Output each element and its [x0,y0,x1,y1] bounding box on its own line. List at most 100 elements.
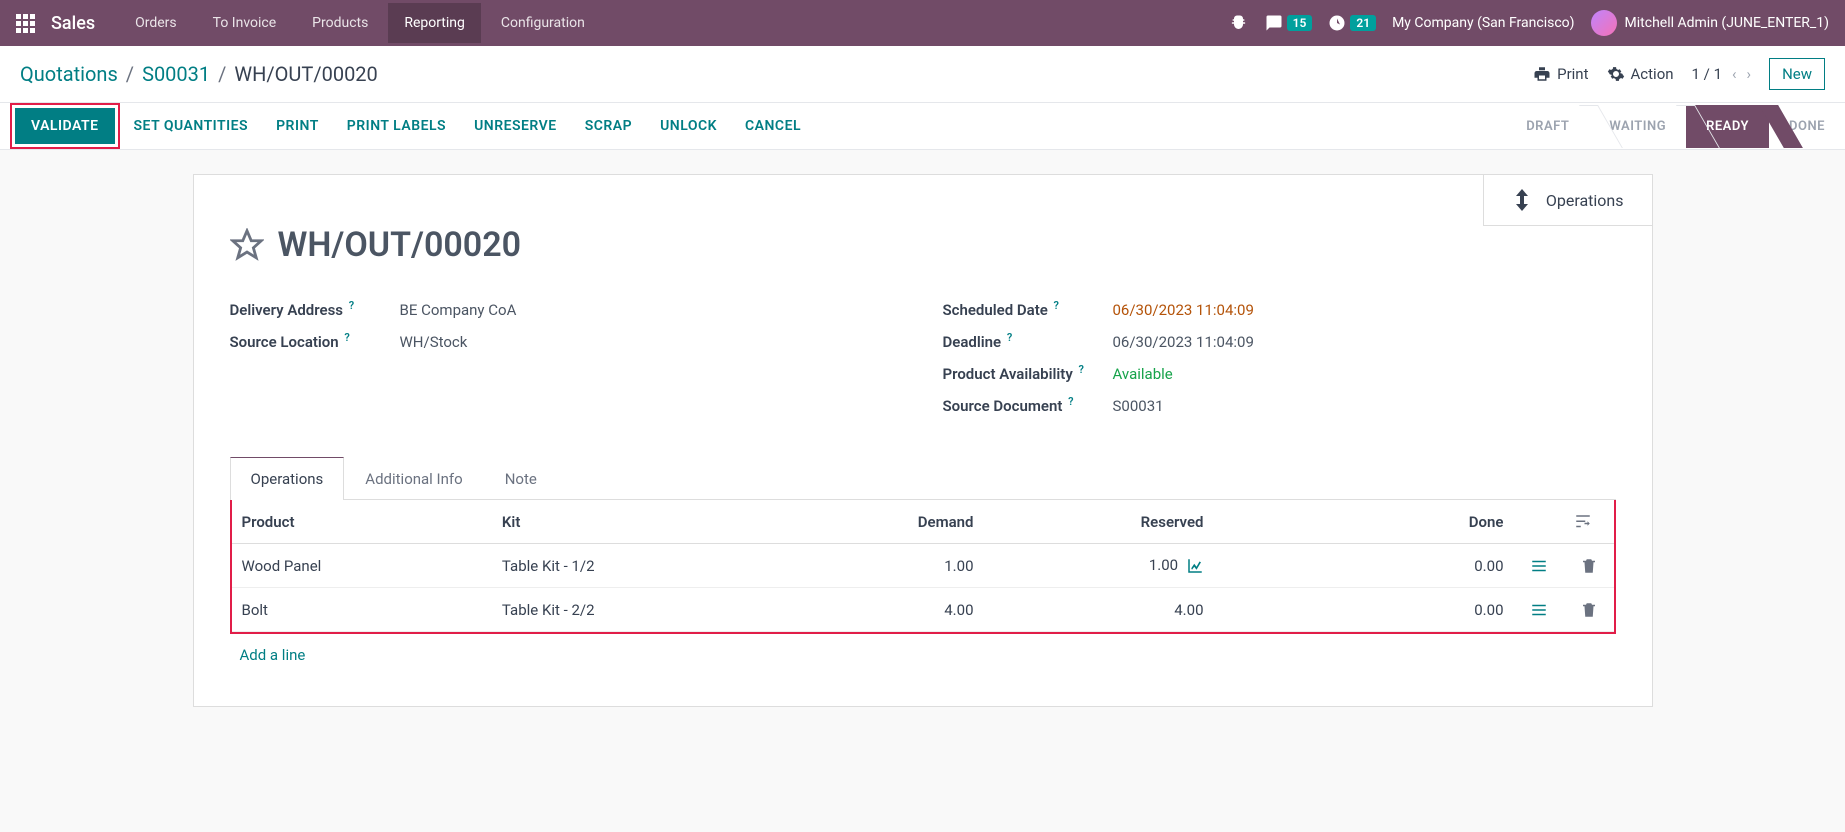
field-label: Source Location ? [230,331,400,351]
cell-demand[interactable]: 4.00 [786,588,984,632]
cell-reserved[interactable]: 4.00 [984,588,1214,632]
validate-button[interactable]: VALIDATE [15,108,115,144]
set-quantities-button[interactable]: SET QUANTITIES [120,104,263,148]
field-row: Delivery Address ?BE Company CoA [230,293,903,325]
cancel-button[interactable]: CANCEL [731,104,815,148]
cell-product[interactable]: Bolt [232,588,492,632]
help-icon[interactable]: ? [1007,331,1012,344]
pager: 1 / 1 ‹ › [1692,65,1752,83]
unreserve-button[interactable]: UNRESERVE [460,104,571,148]
field-value[interactable]: Available [1113,365,1173,383]
field-value[interactable]: WH/Stock [400,333,468,351]
cell-kit[interactable]: Table Kit - 2/2 [492,588,786,632]
action-bar: VALIDATE SET QUANTITIESPRINTPRINT LABELS… [0,103,1845,150]
help-icon[interactable]: ? [1068,395,1073,408]
new-button[interactable]: New [1769,58,1825,90]
bug-icon[interactable] [1231,14,1249,32]
help-icon[interactable]: ? [344,331,349,344]
nav-item-orders[interactable]: Orders [119,3,193,43]
tab-operations[interactable]: Operations [230,457,345,500]
add-line-button[interactable]: Add a line [230,634,1616,676]
help-icon[interactable]: ? [1054,299,1059,312]
activities-badge: 21 [1350,15,1376,31]
delete-row-icon[interactable] [1564,588,1614,632]
tabs: OperationsAdditional InfoNote [230,457,1616,500]
pager-value[interactable]: 1 / 1 [1692,65,1723,83]
control-bar: Quotations/S00031/WH/OUT/00020 Print Act… [0,46,1845,103]
breadcrumb-item[interactable]: S00031 [142,62,210,86]
field-row: Product Availability ?Available [943,357,1616,389]
field-value[interactable]: S00031 [1113,397,1164,415]
apps-icon[interactable] [16,14,35,33]
print-icon [1533,65,1551,83]
company-switcher[interactable]: My Company (San Francisco) [1392,15,1574,31]
detailed-operations-icon[interactable] [1514,588,1564,632]
col-product[interactable]: Product [232,500,492,544]
field-label: Scheduled Date ? [943,299,1113,319]
action-menu[interactable]: Action [1607,65,1674,83]
nav-item-reporting[interactable]: Reporting [388,3,481,43]
operations-table: Product Kit Demand Reserved Done Wood Pa… [232,500,1614,632]
scrap-button[interactable]: SCRAP [571,104,646,148]
gear-icon [1607,65,1625,83]
pager-prev-icon[interactable]: ‹ [1732,65,1737,83]
avatar [1591,10,1617,36]
messages-button[interactable]: 15 [1265,14,1313,32]
field-value[interactable]: BE Company CoA [400,301,517,319]
field-label: Delivery Address ? [230,299,400,319]
table-row[interactable]: BoltTable Kit - 2/24.004.000.00 [232,588,1614,632]
field-row: Deadline ?06/30/2023 11:04:09 [943,325,1616,357]
updown-arrow-icon [1512,187,1532,213]
cell-demand[interactable]: 1.00 [786,544,984,588]
nav-item-configuration[interactable]: Configuration [485,3,601,43]
status-step-draft[interactable]: DRAFT [1506,105,1589,148]
favorite-star-icon[interactable] [230,228,264,262]
app-name[interactable]: Sales [51,13,95,34]
help-icon[interactable]: ? [349,299,354,312]
operations-stat-button[interactable]: Operations [1483,175,1652,226]
nav-item-to-invoice[interactable]: To Invoice [197,3,293,43]
field-label: Source Document ? [943,395,1113,415]
forecast-icon[interactable] [1186,556,1204,574]
help-icon[interactable]: ? [1079,363,1084,376]
col-done[interactable]: Done [1214,500,1514,544]
field-row: Source Location ?WH/Stock [230,325,903,357]
print-button[interactable]: PRINT [262,104,333,148]
topbar: Sales OrdersTo InvoiceProductsReportingC… [0,0,1845,46]
detailed-operations-icon[interactable] [1514,544,1564,588]
top-nav: OrdersTo InvoiceProductsReportingConfigu… [119,3,601,43]
field-row: Source Document ?S00031 [943,389,1616,421]
form-sheet: Operations WH/OUT/00020 Delivery Address… [193,174,1653,707]
fields-grid: Delivery Address ?BE Company CoASource L… [230,293,1616,421]
tab-note[interactable]: Note [484,457,558,500]
delete-row-icon[interactable] [1564,544,1614,588]
column-settings-icon[interactable] [1564,500,1614,544]
topbar-right: 15 21 My Company (San Francisco) Mitchel… [1231,10,1829,36]
breadcrumb-item[interactable]: Quotations [20,62,118,86]
status-bar: DRAFTWAITINGREADYDONE [1506,105,1845,148]
field-value[interactable]: 06/30/2023 11:04:09 [1113,333,1254,351]
nav-item-products[interactable]: Products [296,3,384,43]
tab-additional-info[interactable]: Additional Info [344,457,483,500]
breadcrumb: Quotations/S00031/WH/OUT/00020 [20,62,378,86]
activities-button[interactable]: 21 [1328,14,1376,32]
field-row: Scheduled Date ?06/30/2023 11:04:09 [943,293,1616,325]
print-labels-button[interactable]: PRINT LABELS [333,104,460,148]
user-name: Mitchell Admin (JUNE_ENTER_1) [1625,15,1829,31]
cell-done[interactable]: 0.00 [1214,544,1514,588]
page-title: WH/OUT/00020 [278,225,522,265]
unlock-button[interactable]: UNLOCK [646,104,731,148]
col-kit[interactable]: Kit [492,500,786,544]
cell-product[interactable]: Wood Panel [232,544,492,588]
cell-done[interactable]: 0.00 [1214,588,1514,632]
print-menu[interactable]: Print [1533,65,1588,83]
col-demand[interactable]: Demand [786,500,984,544]
cell-reserved[interactable]: 1.00 [984,544,1214,588]
cell-kit[interactable]: Table Kit - 1/2 [492,544,786,588]
col-reserved[interactable]: Reserved [984,500,1214,544]
table-row[interactable]: Wood PanelTable Kit - 1/21.001.00 0.00 [232,544,1614,588]
messages-badge: 15 [1287,15,1313,31]
pager-next-icon[interactable]: › [1747,65,1752,83]
user-menu[interactable]: Mitchell Admin (JUNE_ENTER_1) [1591,10,1829,36]
field-value[interactable]: 06/30/2023 11:04:09 [1113,301,1254,319]
